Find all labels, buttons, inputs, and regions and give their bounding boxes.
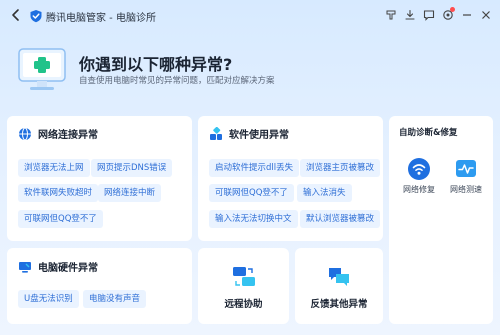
chip-ime-missing[interactable]: 输入法消失	[297, 184, 352, 202]
software-card-title: 软件使用异常	[229, 130, 289, 141]
titlebar-controls	[383, 7, 494, 23]
message-icon[interactable]	[421, 7, 437, 23]
software-card: 软件使用异常 启动软件提示dll丢失 浏览器主页被篡改 可联网但QQ登不了 输入…	[198, 116, 383, 241]
hardware-monitor-icon	[19, 261, 31, 273]
wifi-repair-icon	[408, 158, 430, 180]
chip-default-browser-hijacked[interactable]: 默认浏览器被篡改	[300, 210, 381, 228]
feedback-button[interactable]: 反馈其他异常	[295, 266, 383, 310]
window-title: 腾讯电脑管家 - 电脑诊所	[46, 13, 156, 24]
chip-browser-no-internet[interactable]: 浏览器无法上网	[18, 159, 90, 177]
network-repair-tool[interactable]: 网络修复	[399, 158, 439, 195]
apps-icon	[210, 126, 222, 140]
settings-icon[interactable]	[440, 7, 456, 23]
download-icon[interactable]	[402, 7, 418, 23]
remote-assist-icon	[232, 267, 255, 286]
network-repair-label: 网络修复	[403, 185, 435, 194]
globe-icon	[19, 127, 31, 140]
page-subtitle: 自查使用电脑时常见的异常问题，匹配对应解决方案	[79, 76, 275, 86]
pc-manager-shield-icon	[29, 8, 43, 23]
page-title: 你遇到以下哪种异常?	[79, 55, 233, 74]
notification-badge	[450, 7, 455, 12]
remote-assist-button[interactable]: 远程协助	[198, 266, 289, 310]
network-card-title: 网络连接异常	[38, 130, 98, 141]
chip-dns-error[interactable]: 网页提示DNS错误	[91, 159, 173, 177]
chip-ime-no-chinese[interactable]: 输入法无法切换中文	[209, 210, 298, 228]
feedback-card[interactable]: 反馈其他异常	[295, 248, 383, 324]
network-speed-test-label: 网络测速	[450, 185, 482, 194]
speed-test-icon	[456, 160, 476, 177]
minimize-icon[interactable]	[459, 7, 475, 23]
back-arrow-icon[interactable]	[9, 8, 23, 22]
title-bar: 腾讯电脑管家 - 电脑诊所	[0, 0, 500, 30]
chip-homepage-hijacked[interactable]: 浏览器主页被篡改	[300, 159, 381, 177]
auto-diagnosis-card: 自助诊断&修复 网络修复 网络测速	[389, 116, 493, 324]
network-card: 网络连接异常 浏览器无法上网 网页提示DNS错误 软件联网失败超时 网络连接中断…	[7, 116, 192, 241]
feedback-chat-icon	[329, 268, 349, 286]
monitor-cross-icon	[17, 46, 69, 94]
brush-icon[interactable]	[383, 7, 399, 23]
network-speed-test-tool[interactable]: 网络测速	[446, 158, 486, 195]
remote-assist-label: 远程协助	[224, 299, 263, 310]
hardware-card-title: 电脑硬件异常	[38, 263, 98, 274]
chip-connection-dropped[interactable]: 网络连接中断	[98, 184, 162, 202]
chip-qq-login-failed-2[interactable]: 可联网但QQ登不了	[209, 184, 294, 202]
chip-no-sound[interactable]: 电脑没有声音	[83, 290, 147, 308]
remote-assist-card[interactable]: 远程协助	[198, 248, 289, 324]
chip-qq-login-failed[interactable]: 可联网但QQ登不了	[18, 210, 103, 228]
chip-usb-not-recognized[interactable]: U盘无法识别	[18, 290, 79, 308]
chip-dll-missing[interactable]: 启动软件提示dll丢失	[209, 159, 300, 177]
feedback-label: 反馈其他异常	[310, 299, 368, 310]
hardware-card: 电脑硬件异常 U盘无法识别 电脑没有声音	[7, 248, 192, 324]
auto-diagnosis-title: 自助诊断&修复	[399, 128, 458, 138]
close-icon[interactable]	[478, 7, 494, 23]
chip-software-timeout[interactable]: 软件联网失败超时	[18, 184, 99, 202]
